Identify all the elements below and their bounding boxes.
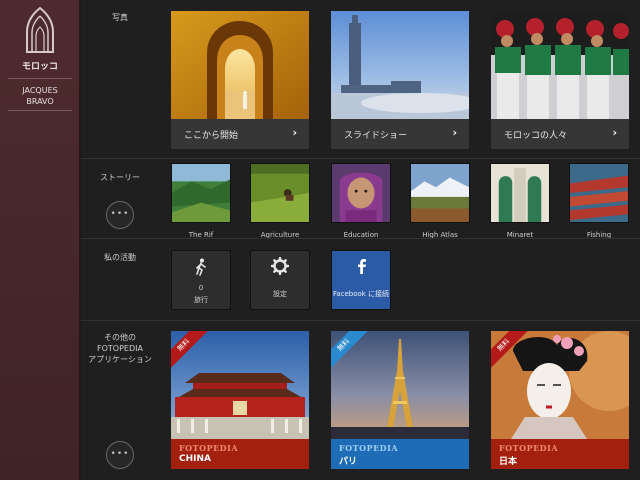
mosque-minaret-photo bbox=[331, 11, 469, 119]
forbidden-city-photo bbox=[171, 331, 309, 439]
sidebar-divider bbox=[8, 110, 72, 111]
story-thumbnail bbox=[410, 163, 470, 223]
apps-more-button[interactable]: ••• bbox=[106, 441, 134, 469]
app-brand: FOTOPEDIA bbox=[339, 443, 399, 453]
author-name[interactable]: JACQUES BRAVO bbox=[0, 85, 80, 107]
trips-label: 旅行 bbox=[194, 296, 208, 304]
facebook-connect-label: Facebook に接続 bbox=[332, 290, 390, 298]
dancers-photo bbox=[491, 11, 629, 119]
photo-tile-label: スライドショー bbox=[344, 131, 408, 141]
sidebar-divider bbox=[8, 78, 72, 79]
app-tile-japan[interactable]: FOTOPEDIA 日本 無料 bbox=[491, 331, 629, 469]
section-divider bbox=[81, 238, 640, 239]
facebook-connect-button[interactable]: Facebook に接続 bbox=[331, 250, 391, 310]
main-content: 写真 ここから開始 › スライドショー › モロッコの人々 › ストーリー ••… bbox=[81, 0, 640, 480]
eiffel-tower-photo bbox=[331, 331, 469, 439]
app-name: 日本 bbox=[499, 457, 518, 467]
story-item[interactable]: High Atlas bbox=[410, 163, 470, 239]
other-apps-label-line: アプリケーション bbox=[88, 355, 152, 364]
settings-button[interactable]: 設定 bbox=[250, 250, 310, 310]
photo-tile-label: モロッコの人々 bbox=[504, 131, 568, 141]
app-brand: FOTOPEDIA bbox=[499, 443, 559, 453]
section-label-activity: 私の活動 bbox=[104, 253, 136, 262]
story-item[interactable]: Minaret bbox=[490, 163, 550, 239]
section-label-stories: ストーリー bbox=[100, 173, 140, 182]
other-apps-label-line: その他の bbox=[104, 333, 136, 342]
walking-person-icon bbox=[196, 258, 206, 276]
gear-icon bbox=[271, 257, 289, 275]
app-tile-china[interactable]: FOTOPEDIA CHINA 無料 bbox=[171, 331, 309, 469]
section-label-other-apps: その他の FOTOPEDIA アプリケーション bbox=[81, 332, 159, 365]
story-thumbnail bbox=[250, 163, 310, 223]
story-item[interactable]: Agriculture bbox=[250, 163, 310, 239]
chevron-right-icon: › bbox=[292, 126, 297, 139]
story-thumbnail bbox=[490, 163, 550, 223]
story-item[interactable]: The Rif bbox=[171, 163, 231, 239]
photo-tile-people[interactable]: モロッコの人々 › bbox=[491, 11, 629, 149]
story-item[interactable]: Fishing bbox=[569, 163, 629, 239]
photo-tile-label: ここから開始 bbox=[184, 131, 239, 141]
chevron-right-icon: › bbox=[612, 126, 617, 139]
app-brand: FOTOPEDIA bbox=[179, 443, 239, 453]
photo-tile-slideshow[interactable]: スライドショー › bbox=[331, 11, 469, 149]
stories-more-button[interactable]: ••• bbox=[106, 201, 134, 229]
app-tile-band: FOTOPEDIA パリ bbox=[331, 439, 469, 469]
moroccan-arch-logo-icon bbox=[26, 6, 54, 53]
sidebar: モロッコ JACQUES BRAVO bbox=[0, 0, 80, 480]
settings-label: 設定 bbox=[273, 290, 287, 298]
author-first-name: JACQUES bbox=[22, 86, 58, 95]
app-tile-band: FOTOPEDIA 日本 bbox=[491, 439, 629, 469]
story-thumbnail bbox=[569, 163, 629, 223]
story-thumbnail bbox=[171, 163, 231, 223]
app-title: モロッコ bbox=[21, 62, 58, 72]
moroccan-doorway-photo bbox=[171, 11, 309, 119]
photo-tile-start-here[interactable]: ここから開始 › bbox=[171, 11, 309, 149]
section-divider bbox=[81, 320, 640, 321]
story-thumbnail bbox=[331, 163, 391, 223]
author-last-name: BRAVO bbox=[26, 97, 54, 106]
photo-tile-bar: モロッコの人々 › bbox=[491, 119, 629, 149]
section-divider bbox=[81, 158, 640, 159]
app-tile-paris[interactable]: FOTOPEDIA パリ 無料 bbox=[331, 331, 469, 469]
trips-button[interactable]: 0 旅行 bbox=[171, 250, 231, 310]
geisha-photo bbox=[491, 331, 629, 439]
app-name: パリ bbox=[339, 457, 358, 467]
photo-tile-bar: スライドショー › bbox=[331, 119, 469, 149]
other-apps-label-line: FOTOPEDIA bbox=[97, 344, 143, 353]
story-item[interactable]: Education bbox=[331, 163, 391, 239]
chevron-right-icon: › bbox=[452, 126, 457, 139]
trips-count: 0 bbox=[198, 284, 204, 292]
facebook-icon bbox=[358, 259, 366, 274]
photo-tile-bar: ここから開始 › bbox=[171, 119, 309, 149]
app-tile-band: FOTOPEDIA CHINA bbox=[171, 439, 309, 469]
app-name: CHINA bbox=[179, 454, 211, 464]
section-label-photos: 写真 bbox=[112, 13, 128, 22]
